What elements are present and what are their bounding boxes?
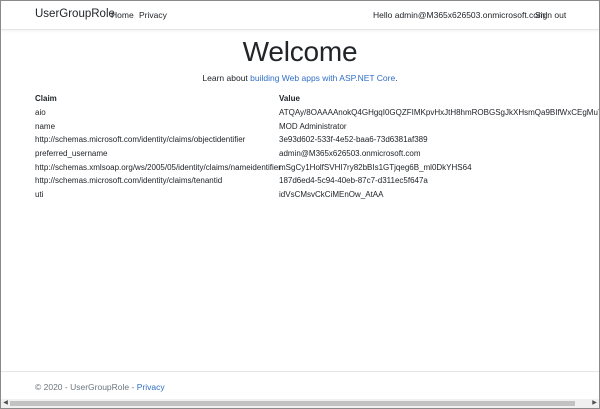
value-cell: MOD Administrator (279, 121, 347, 131)
table-row: name MOD Administrator (35, 121, 599, 135)
footer-privacy-link[interactable]: Privacy (137, 382, 165, 392)
aspnet-core-link[interactable]: building Web apps with ASP.NET Core (250, 73, 395, 83)
claim-cell: http://schemas.microsoft.com/identity/cl… (35, 176, 223, 186)
horizontal-scrollbar[interactable]: ◀ ▶ (1, 399, 599, 408)
value-cell: ATQAy/8OAAAAnokQ4GHgqI0GQZFIMKpvHxJtH8hm… (279, 108, 600, 117)
value-cell: idVsCMsvCkCiMEnOw_AtAA (279, 190, 384, 200)
claim-cell: http://schemas.xmlsoap.org/ws/2005/05/id… (35, 162, 281, 172)
nav-home-link[interactable]: Home (111, 10, 134, 20)
scroll-right-icon[interactable]: ▶ (590, 399, 599, 408)
table-row: uti idVsCMsvCkCiMEnOw_AtAA (35, 189, 599, 203)
lead-text: Learn about building Web apps with ASP.N… (1, 73, 599, 83)
claim-cell: aio (35, 108, 46, 117)
page-footer: © 2020 - UserGroupRole - Privacy (1, 371, 599, 400)
claims-table: Claim Value aio ATQAy/8OAAAAnokQ4GHgqI0G… (35, 93, 599, 203)
scrollbar-thumb[interactable] (10, 401, 575, 406)
claim-cell: preferred_username (35, 149, 108, 159)
browser-page: UserGroupRole Home Privacy Hello admin@M… (0, 0, 600, 409)
table-row: http://schemas.xmlsoap.org/ws/2005/05/id… (35, 162, 599, 176)
value-cell: admin@M365x626503.onmicrosoft.com (279, 149, 421, 159)
brand-link[interactable]: UserGroupRole (35, 8, 115, 20)
scroll-left-icon[interactable]: ◀ (1, 399, 10, 408)
claim-column-header: Claim (35, 94, 57, 103)
copyright-text: © 2020 - UserGroupRole - (35, 382, 137, 392)
table-row: preferred_username admin@M365x626503.onm… (35, 148, 599, 162)
claim-cell: uti (35, 190, 44, 200)
claim-cell: http://schemas.microsoft.com/identity/cl… (35, 135, 246, 145)
sign-out-link[interactable]: Sign out (535, 10, 566, 20)
value-cell: 3e93d602-533f-4e52-baa6-73d6381af389 (279, 135, 428, 145)
lead-prefix: Learn about (202, 73, 251, 83)
value-cell: mSgCy1HolfSVHI7ry82bBIs1GTjqeg6B_ml0DkYH… (279, 162, 472, 172)
table-row: aio ATQAy/8OAAAAnokQ4GHgqI0GQZFIMKpvHxJt… (35, 107, 599, 121)
top-navbar: UserGroupRole Home Privacy Hello admin@M… (1, 1, 599, 30)
user-greeting: Hello admin@M365x626503.onmicrosoft.com! (373, 10, 548, 20)
nav-privacy-link[interactable]: Privacy (139, 10, 167, 20)
claims-header-row: Claim Value (35, 93, 599, 107)
footer-text: © 2020 - UserGroupRole - Privacy (35, 382, 165, 392)
lead-suffix: . (395, 73, 398, 83)
value-column-header: Value (279, 94, 300, 103)
claim-cell: name (35, 121, 56, 131)
table-row: http://schemas.microsoft.com/identity/cl… (35, 134, 599, 148)
value-cell: 187d6ed4-5c94-40eb-87c7-d311ec5f647a (279, 176, 428, 186)
table-row: http://schemas.microsoft.com/identity/cl… (35, 175, 599, 189)
page-title: Welcome (242, 36, 358, 67)
